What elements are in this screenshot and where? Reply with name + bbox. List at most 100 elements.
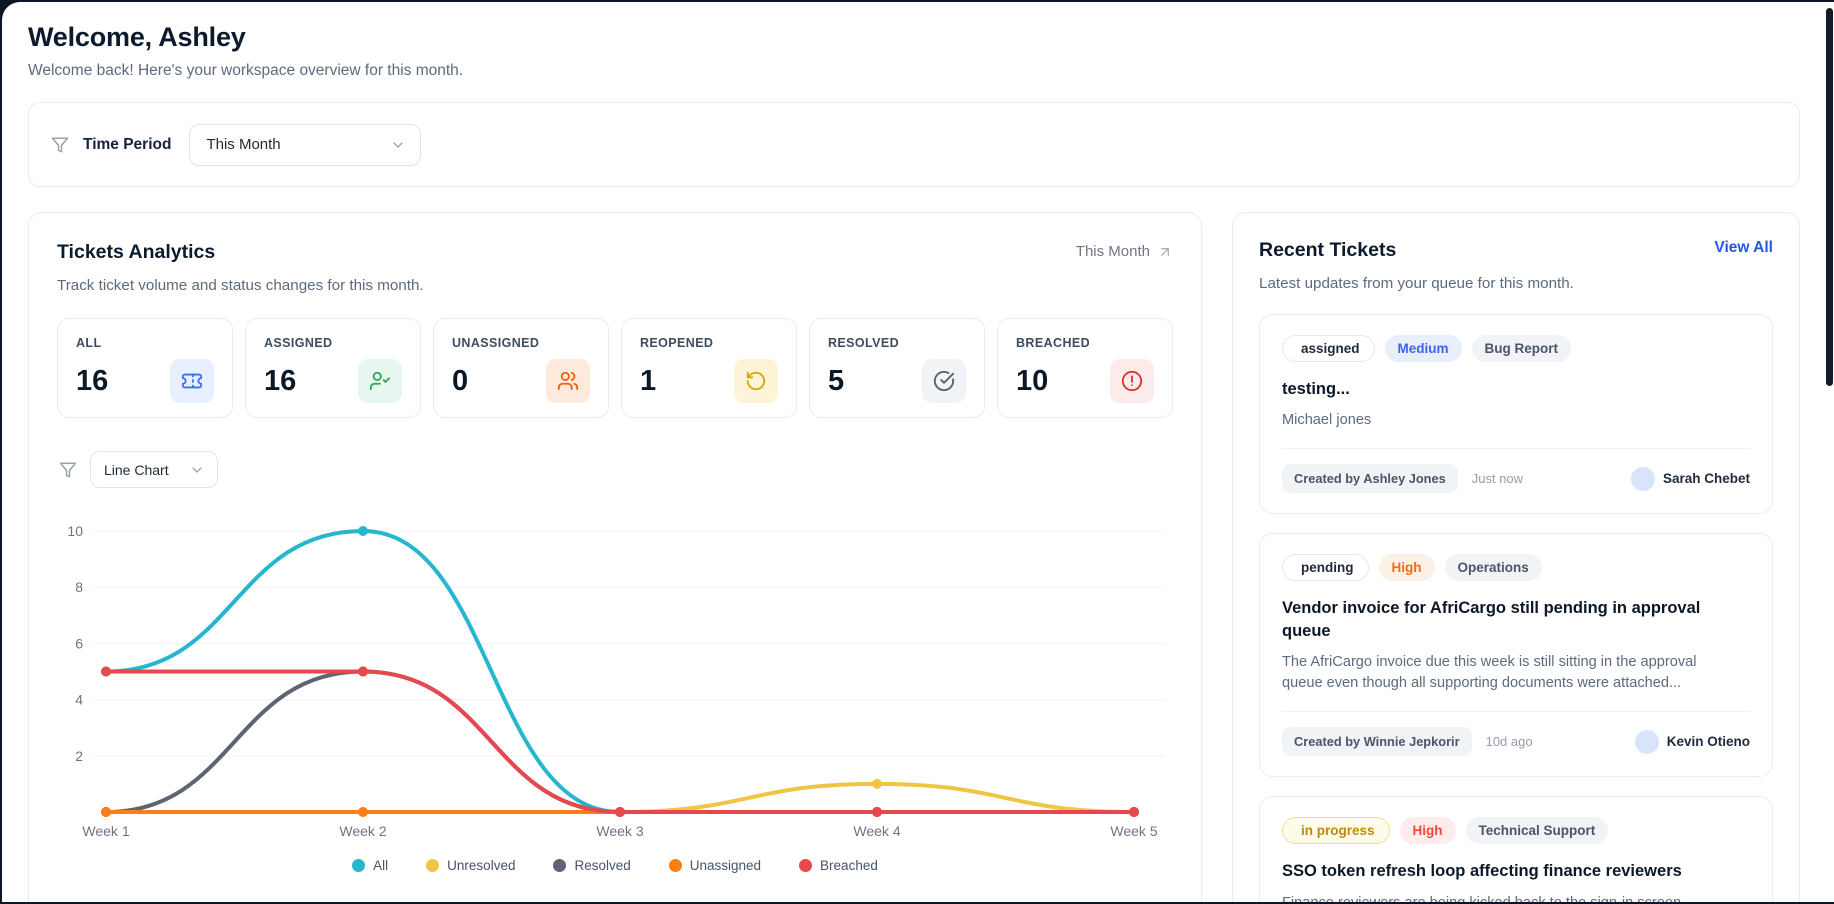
- time-period-value: This Month: [206, 136, 280, 153]
- ticket-description: The AfriCargo invoice due this week is s…: [1282, 652, 1732, 694]
- main-content-panel: Welcome, Ashley Welcome back! Here's you…: [2, 2, 1834, 902]
- created-by-pill: Created by Winnie Jepkorir: [1282, 727, 1472, 756]
- line-chart-area: 2 4 6 8 10 Week 1 Week 2 Week 3 Week 4 Week 5 All…: [57, 504, 1173, 873]
- stat-value: 1: [640, 365, 656, 398]
- ticket-card[interactable]: in progress High Technical Support SSO t…: [1259, 796, 1773, 902]
- page-subtitle: Welcome back! Here's your workspace over…: [28, 62, 1800, 80]
- y-axis-tick: 2: [75, 748, 83, 764]
- legend-dot: [669, 859, 682, 872]
- ticket-time: Just now: [1472, 471, 1523, 486]
- ticket-title: testing...: [1282, 378, 1722, 400]
- data-point: [358, 667, 368, 677]
- ticket-footer: Created by Ashley Jones Just now Sarah C…: [1282, 464, 1750, 493]
- chart-type-select[interactable]: Line Chart: [90, 451, 218, 488]
- legend-dot: [426, 859, 439, 872]
- y-axis-tick: 10: [67, 523, 83, 539]
- assignee: Kevin Otieno: [1635, 730, 1750, 754]
- users-icon: [557, 370, 579, 392]
- user-check-icon: [369, 370, 391, 392]
- ticket-description: Michael jones: [1282, 410, 1732, 431]
- stat-value: 5: [828, 365, 844, 398]
- stat-value: 0: [452, 365, 468, 398]
- ticket-description: Finance reviewers are being kicked back …: [1282, 893, 1732, 902]
- legend-label: Breached: [820, 858, 878, 873]
- x-axis-tick: Week 3: [596, 823, 643, 839]
- x-axis-tick: Week 4: [853, 823, 900, 839]
- assignee-name: Kevin Otieno: [1667, 734, 1750, 749]
- stat-card: ASSIGNED 16: [245, 318, 421, 418]
- ticket-card[interactable]: pending High Operations Vendor invoice f…: [1259, 533, 1773, 777]
- legend-item-unresolved[interactable]: Unresolved: [426, 858, 515, 873]
- view-all-link[interactable]: View All: [1714, 239, 1773, 257]
- stat-value: 16: [264, 365, 296, 398]
- ticket-title: SSO token refresh loop affecting finance…: [1282, 860, 1722, 882]
- stat-label: UNASSIGNED: [452, 336, 590, 350]
- data-point: [101, 807, 111, 817]
- status-label: assigned: [1301, 341, 1360, 356]
- scrollbar-thumb[interactable]: [1826, 8, 1833, 386]
- x-axis-tick: Week 2: [339, 823, 386, 839]
- chart-legend: All Unresolved Resolved Unassigned Breached: [57, 858, 1173, 873]
- ticket-time: 10d ago: [1486, 734, 1533, 749]
- legend-item-all[interactable]: All: [352, 858, 388, 873]
- funnel-icon: [59, 461, 77, 479]
- arrow-up-right-icon: [1157, 244, 1173, 260]
- stat-label: BREACHED: [1016, 336, 1154, 350]
- tickets-analytics-card: Tickets Analytics This Month Track ticke…: [28, 212, 1202, 902]
- y-axis-tick: 4: [75, 692, 83, 708]
- data-point: [1129, 807, 1139, 817]
- legend-label: Resolved: [574, 858, 630, 873]
- status-badge: in progress: [1282, 817, 1390, 844]
- legend-item-resolved[interactable]: Resolved: [553, 858, 630, 873]
- stat-value: 10: [1016, 365, 1048, 398]
- time-period-filter-bar: Time Period This Month: [28, 102, 1800, 187]
- ticket-badges: in progress High Technical Support: [1282, 817, 1750, 844]
- x-axis-tick: Week 5: [1110, 823, 1157, 839]
- legend-dot: [352, 859, 365, 872]
- ticket-icon: [181, 370, 203, 392]
- data-point: [872, 807, 882, 817]
- data-point: [615, 807, 625, 817]
- legend-item-unassigned[interactable]: Unassigned: [669, 858, 761, 873]
- status-badge: assigned: [1282, 335, 1375, 362]
- x-axis-tick: Week 1: [82, 823, 129, 839]
- chevron-down-icon: [189, 462, 205, 478]
- y-axis-tick: 8: [75, 579, 83, 595]
- assignee: Sarah Chebet: [1631, 467, 1750, 491]
- legend-item-breached[interactable]: Breached: [799, 858, 878, 873]
- recent-tickets-title: Recent Tickets: [1259, 239, 1396, 262]
- recent-tickets-panel: Recent Tickets View All Latest updates f…: [1232, 212, 1800, 902]
- time-period-select[interactable]: This Month: [189, 124, 421, 166]
- ticket-footer: Created by Winnie Jepkorir 10d ago Kevin…: [1282, 727, 1750, 756]
- legend-dot: [553, 859, 566, 872]
- legend-dot: [799, 859, 812, 872]
- stat-value: 16: [76, 365, 108, 398]
- y-axis-tick: 6: [75, 635, 83, 651]
- stat-card: UNASSIGNED 0: [433, 318, 609, 418]
- stat-card: REOPENED 1: [621, 318, 797, 418]
- ticket-badges: assigned Medium Bug Report: [1282, 335, 1750, 362]
- ticket-title: Vendor invoice for AfriCargo still pendi…: [1282, 597, 1722, 642]
- data-point: [358, 807, 368, 817]
- ticket-card[interactable]: assigned Medium Bug Report testing... Mi…: [1259, 314, 1773, 514]
- data-point: [101, 667, 111, 677]
- stat-label: REOPENED: [640, 336, 778, 350]
- priority-badge: High: [1400, 817, 1456, 844]
- ticket-badges: pending High Operations: [1282, 554, 1750, 581]
- category-badge: Technical Support: [1466, 817, 1609, 844]
- stat-card: RESOLVED 5: [809, 318, 985, 418]
- stats-row: ALL 16 ASSIGNED 16 UNASSIGNED 0 REOPENED…: [57, 318, 1173, 418]
- priority-badge: Medium: [1385, 335, 1462, 362]
- stat-card: BREACHED 10: [997, 318, 1173, 418]
- category-badge: Operations: [1445, 554, 1542, 581]
- page-header: Welcome, Ashley Welcome back! Here's you…: [28, 22, 1800, 80]
- analytics-subtitle: Track ticket volume and status changes f…: [57, 277, 1173, 294]
- assignee-name: Sarah Chebet: [1663, 471, 1750, 486]
- legend-label: Unresolved: [447, 858, 515, 873]
- alert-circle-icon: [1121, 370, 1143, 392]
- rotate-ccw-icon: [745, 370, 767, 392]
- analytics-title: Tickets Analytics: [57, 241, 215, 264]
- divider: [1282, 448, 1750, 449]
- analytics-period-link[interactable]: This Month: [1076, 243, 1173, 260]
- stat-label: ALL: [76, 336, 214, 350]
